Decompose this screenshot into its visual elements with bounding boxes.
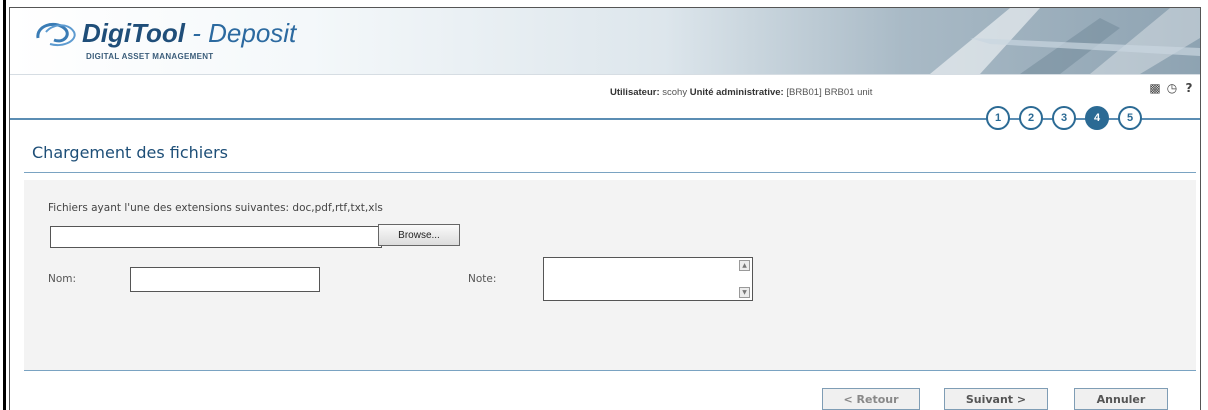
- scroll-down-icon[interactable]: ▼: [739, 287, 750, 298]
- nom-label: Nom:: [48, 273, 77, 285]
- step-5: 5: [1118, 106, 1142, 130]
- app-logo-text: DigiTool - Deposit: [82, 18, 296, 49]
- file-path-input[interactable]: [50, 226, 382, 248]
- help-icon[interactable]: ?: [1182, 81, 1196, 95]
- footer-divider: [24, 370, 1196, 371]
- page-title: Chargement des fichiers: [32, 143, 228, 162]
- unit-label: Unité administrative:: [689, 87, 784, 98]
- next-button[interactable]: Suivant >: [944, 388, 1048, 410]
- header-icons: ▩ ◷ ?: [1148, 81, 1196, 95]
- note-textarea[interactable]: ▲ ▼: [543, 257, 753, 301]
- note-label: Note:: [468, 273, 497, 285]
- user-value: scohy: [662, 87, 688, 98]
- user-label: Utilisateur:: [610, 87, 660, 98]
- app-subtitle: DIGITAL ASSET MANAGEMENT: [86, 52, 214, 61]
- back-button[interactable]: < Retour: [822, 388, 920, 410]
- title-divider: [24, 172, 1196, 173]
- step-4-current: 4: [1085, 106, 1109, 130]
- deposit-window: DigiTool - Deposit DIGITAL ASSET MANAGEM…: [9, 7, 1201, 410]
- banner-decoration: [930, 8, 1200, 74]
- step-1: 1: [986, 106, 1010, 130]
- book-icon[interactable]: ▩: [1148, 81, 1162, 95]
- globe-icon[interactable]: ◷: [1165, 81, 1179, 95]
- browse-button[interactable]: Browse...: [378, 224, 460, 246]
- nom-input[interactable]: [130, 267, 320, 292]
- step-2: 2: [1019, 106, 1043, 130]
- logo-suffix: - Deposit: [185, 18, 297, 48]
- digitool-logo-icon: [36, 22, 76, 46]
- header-banner: DigiTool - Deposit DIGITAL ASSET MANAGEM…: [10, 8, 1200, 74]
- step-3: 3: [1052, 106, 1076, 130]
- cancel-button[interactable]: Annuler: [1074, 388, 1168, 410]
- user-info: Utilisateur: scohy Unité administrative:…: [610, 87, 872, 98]
- unit-value: [BRB01] BRB01 unit: [786, 87, 873, 98]
- extensions-hint: Fichiers ayant l'une des extensions suiv…: [48, 202, 383, 214]
- step-indicator: 1 2 3 4 5: [986, 106, 1151, 130]
- logo-name: DigiTool: [82, 18, 186, 48]
- scroll-up-icon[interactable]: ▲: [739, 260, 750, 271]
- window-edge: [3, 0, 6, 410]
- user-bar: Utilisateur: scohy Unité administrative:…: [10, 74, 1200, 109]
